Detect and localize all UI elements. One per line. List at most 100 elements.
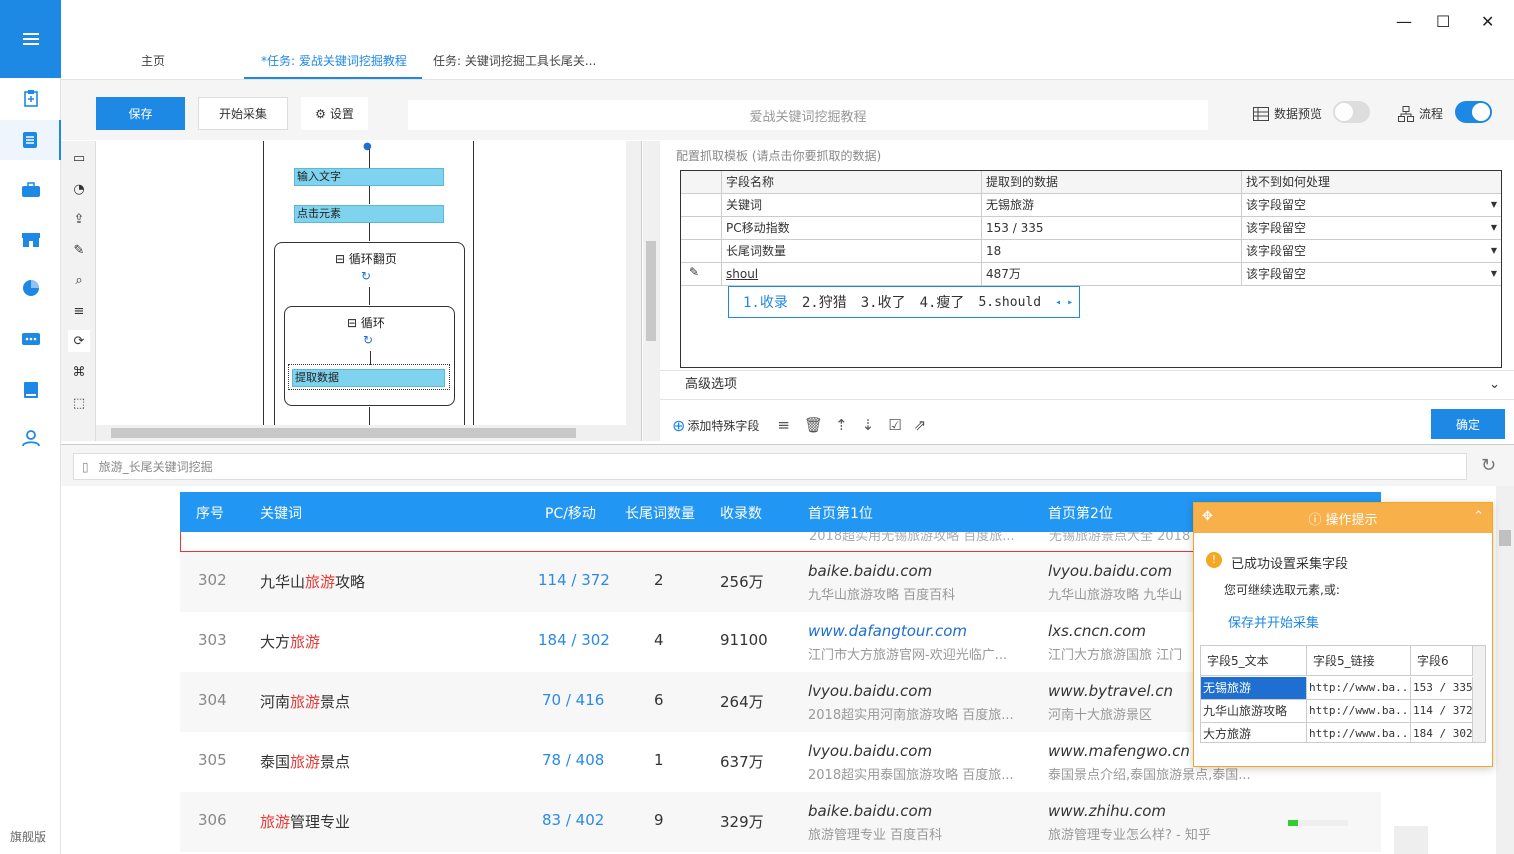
field-name[interactable]: 长尾词数量: [721, 240, 981, 262]
row-url-2[interactable]: www.zhihu.com: [1048, 802, 1166, 820]
ime-candidate[interactable]: 4.瘦了: [920, 292, 965, 312]
row-url-1[interactable]: www.dafangtour.com: [808, 622, 967, 640]
upload-icon[interactable]: ⇪: [68, 208, 90, 230]
export-icon[interactable]: ⇗: [914, 416, 927, 434]
preview-grid-row[interactable]: 无锡旅游 http://www.ba... 153 / 335: [1201, 677, 1473, 700]
new-task-icon[interactable]: [0, 78, 61, 118]
save-button[interactable]: 保存: [96, 97, 185, 130]
add-circle-icon[interactable]: ⊕: [672, 416, 685, 435]
move-down-icon[interactable]: ⇣: [862, 416, 875, 434]
row-url-2[interactable]: lxs.cncn.com: [1048, 622, 1146, 640]
toolbox-icon[interactable]: [0, 170, 61, 210]
flow-toggle[interactable]: [1455, 101, 1492, 123]
book-icon[interactable]: [0, 370, 61, 410]
field-row[interactable]: 关键词 无锡旅游 该字段留空 ▼: [681, 194, 1501, 217]
tab-other-task[interactable]: 任务: 关键词挖掘工具长尾关...: [433, 52, 596, 69]
add-special-field-button[interactable]: 添加特殊字段: [687, 417, 759, 434]
row-long-count: 1: [654, 751, 664, 769]
row-long-count: 4: [654, 631, 664, 649]
page-scrollbar[interactable]: [1496, 486, 1514, 854]
field-row[interactable]: 长尾词数量 18 该字段留空 ▼: [681, 240, 1501, 263]
dropdown-arrow-icon: ▼: [1490, 269, 1497, 278]
progress-bar: [1288, 820, 1348, 826]
save-and-start-link[interactable]: 保存并开始采集: [1228, 612, 1319, 631]
loop-page-box[interactable]: ⊟ 循环翻页 ↻ ⊟ 循环 ↻ 提取数据: [274, 242, 465, 441]
start-collect-button[interactable]: 开始采集: [198, 97, 288, 130]
row-url-2[interactable]: www.mafengwo.cn: [1048, 742, 1190, 760]
preview-grid-row[interactable]: 九华山旅游攻略 http://www.ba... 114 / 372: [1201, 700, 1473, 723]
move-up-icon[interactable]: ⇡: [835, 416, 848, 434]
move-icon[interactable]: ✥: [1202, 509, 1213, 524]
field-action-select[interactable]: 该字段留空 ▼: [1241, 240, 1501, 262]
field-action-select[interactable]: 该字段留空 ▼: [1241, 217, 1501, 239]
ime-candidate[interactable]: 5.should: [978, 295, 1041, 310]
delete-icon[interactable]: 🗑: [804, 416, 823, 434]
collapse-up-icon[interactable]: ⌃: [1473, 509, 1484, 524]
ime-candidate[interactable]: 1.收录: [743, 292, 788, 312]
click-icon[interactable]: ◔: [68, 178, 90, 200]
input-text-icon[interactable]: ✎: [68, 239, 90, 261]
field-name-input[interactable]: shoul: [721, 263, 981, 285]
loop-icon[interactable]: ⟳: [68, 330, 90, 352]
row-url-1[interactable]: lvyou.baidu.com: [808, 682, 932, 700]
mouse-over-icon[interactable]: ⬚: [68, 392, 90, 414]
header-cell: 序号: [196, 506, 224, 522]
row-url-1[interactable]: lvyou.baidu.com: [808, 742, 932, 760]
refresh-icon[interactable]: ↻: [1481, 455, 1496, 476]
store-icon[interactable]: [0, 220, 61, 260]
user-icon[interactable]: [0, 418, 61, 458]
collapse-icon[interactable]: ⊟: [335, 252, 349, 266]
advanced-options[interactable]: 高级选项 ⌄: [660, 370, 1514, 400]
step-input-text[interactable]: 输入文字: [294, 168, 444, 186]
close-button[interactable]: ✕: [1481, 12, 1494, 31]
chart-pie-icon[interactable]: [0, 268, 61, 308]
tasks-icon[interactable]: [0, 120, 61, 160]
step-extract-data[interactable]: 提取数据: [292, 369, 445, 387]
ime-page-arrows-icon[interactable]: ◂ ▸: [1055, 297, 1073, 308]
extract-icon[interactable]: ≡: [68, 300, 90, 322]
field-row-editing[interactable]: ✎ shoul 487万 该字段留空 ▼: [681, 263, 1501, 286]
row-url-1[interactable]: baike.baidu.com: [808, 562, 932, 580]
vertical-scrollbar[interactable]: [626, 141, 641, 425]
preview-grid-row[interactable]: 大方旅游 http://www.ba... 184 / 302: [1201, 723, 1473, 742]
menu-icon[interactable]: [0, 0, 61, 78]
loop-box[interactable]: ⊟ 循环 ↻ 提取数据: [284, 306, 455, 406]
gear-icon: ⚙: [315, 106, 326, 121]
maximize-button[interactable]: ☐: [1436, 12, 1450, 31]
edit-float-icon[interactable]: [1394, 826, 1428, 854]
url-input[interactable]: ▯ 旅游_长尾关键词挖掘: [73, 453, 1467, 480]
row-index-count: 264万: [720, 693, 764, 711]
field-name[interactable]: PC移动指数: [721, 217, 981, 239]
field-action-select[interactable]: 该字段留空 ▼: [1241, 194, 1501, 216]
panel-splitter-scrollbar[interactable]: [643, 141, 660, 441]
field-name[interactable]: 关键词: [721, 194, 981, 216]
field-row[interactable]: PC移动指数 153 / 335 该字段留空 ▼: [681, 217, 1501, 240]
edit-pencil-icon: ✎: [689, 265, 700, 279]
task-name-field[interactable]: 爱战关键词挖掘教程: [408, 100, 1208, 130]
grid-header: 字段5_链接: [1307, 646, 1411, 676]
open-page-icon[interactable]: ▭: [68, 147, 90, 169]
check-edit-icon[interactable]: ☑: [888, 416, 901, 434]
recognize-icon[interactable]: ⌕: [68, 269, 90, 291]
field-action-select[interactable]: 该字段留空 ▼: [1241, 263, 1501, 285]
confirm-button[interactable]: 确定: [1431, 409, 1505, 439]
row-url-2[interactable]: www.bytravel.cn: [1048, 682, 1173, 700]
popup-header[interactable]: ✥ ⓘ 操作提示 ⌃: [1194, 503, 1492, 533]
step-click-element[interactable]: 点击元素: [294, 205, 444, 223]
message-icon[interactable]: [0, 320, 61, 360]
branch-icon[interactable]: ⌘: [68, 361, 90, 383]
grid-scrollbar[interactable]: [1473, 646, 1485, 742]
row-url-1[interactable]: baike.baidu.com: [808, 802, 932, 820]
data-preview-toggle[interactable]: [1333, 101, 1370, 123]
ime-candidate[interactable]: 3.收了: [861, 292, 906, 312]
tab-current-task[interactable]: *任务: 爱战关键词挖掘教程: [261, 52, 407, 69]
tab-home[interactable]: 主页: [141, 52, 165, 69]
table-row[interactable]: 306 旅游管理专业 83 / 402 9 329万 baike.baidu.c…: [180, 792, 1381, 852]
row-url-2[interactable]: lvyou.baidu.com: [1048, 562, 1172, 580]
collapse-icon[interactable]: ⊟: [347, 316, 361, 330]
edit-list-icon[interactable]: ≡: [777, 416, 790, 434]
ime-candidate[interactable]: 2.狩猎: [802, 292, 847, 312]
settings-button[interactable]: ⚙ 设置: [301, 97, 368, 130]
minimize-button[interactable]: —: [1396, 12, 1412, 31]
horizontal-scrollbar[interactable]: [96, 425, 641, 441]
